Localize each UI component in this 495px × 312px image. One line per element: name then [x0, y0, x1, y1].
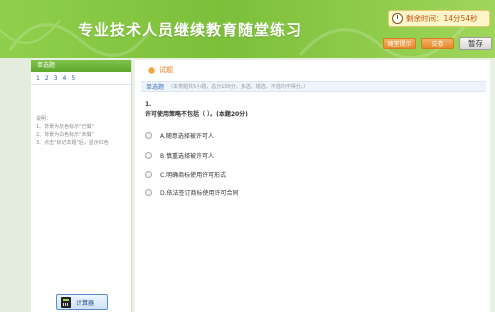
radio-button[interactable] — [145, 132, 152, 139]
pause-button[interactable]: 暂存 — [459, 37, 492, 50]
option-label: C.明确商标使用许可形式 — [160, 172, 227, 179]
question-number: 1. — [145, 101, 152, 108]
left-margin — [0, 58, 31, 312]
option-label: A.随意选择被许可人 — [160, 133, 214, 140]
option-label: D.依法签订商标使用许可合同 — [160, 190, 239, 197]
header-banner: 专业技术人员继续教育随堂练习 剩余时间：14分54秒 随堂提示 交卷 暂存 — [0, 0, 495, 58]
clock-icon — [392, 13, 403, 24]
instructions: 说明： 1、背景为灰色标示"已做" 2、背景为白色标示"未做" 3、点击"标记本… — [31, 115, 131, 147]
bullet-icon — [148, 66, 155, 74]
question-number-list: 1 2 3 4 5 — [31, 72, 131, 85]
option-b[interactable]: B.慎重选择被许可人 — [145, 151, 214, 160]
instructions-title: 说明： — [36, 116, 52, 122]
question-type-label: 单选题 — [146, 84, 165, 91]
timer-text: 剩余时间：14分54秒 — [406, 14, 478, 23]
sidebar-heading: 单选题 — [31, 60, 131, 72]
instruction-line: 3、点击"标记本题"后，显示红色 — [36, 140, 109, 146]
section-title: 试题 — [159, 66, 173, 74]
radio-button[interactable] — [145, 189, 152, 196]
question-type-strip: 单选题 （本类题共5小题，总分100分。多选、错选、不选均不得分。） — [141, 81, 486, 92]
radio-button[interactable] — [145, 171, 152, 178]
question-link-3[interactable]: 3 — [54, 75, 58, 82]
radio-button[interactable] — [145, 152, 152, 159]
section-header: 试题 — [148, 65, 173, 75]
question-link-2[interactable]: 2 — [45, 75, 49, 82]
calculator-button[interactable]: 计算器 — [56, 294, 108, 310]
option-c[interactable]: C.明确商标使用许可形式 — [145, 170, 226, 179]
lesson-hint-button[interactable]: 随堂提示 — [383, 38, 416, 49]
question-text: 许可使用策略不包括（ ）。(本题20分) — [145, 111, 248, 118]
question-panel: 试题 单选题 （本类题共5小题，总分100分。多选、错选、不选均不得分。） 1.… — [135, 60, 490, 312]
question-link-4[interactable]: 4 — [62, 75, 66, 82]
option-d[interactable]: D.依法签订商标使用许可合同 — [145, 188, 239, 197]
option-a[interactable]: A.随意选择被许可人 — [145, 131, 214, 140]
calculator-label: 计算器 — [76, 299, 95, 307]
instruction-line: 1、背景为灰色标示"已做" — [36, 124, 94, 130]
question-type-description: （本类题共5小题，总分100分。多选、错选、不选均不得分。） — [168, 84, 309, 90]
submit-button[interactable]: 交卷 — [421, 38, 454, 49]
countdown-timer: 剩余时间：14分54秒 — [388, 10, 490, 27]
option-label: B.慎重选择被许可人 — [160, 153, 215, 160]
page-title: 专业技术人员继续教育随堂练习 — [78, 21, 303, 39]
question-link-5[interactable]: 5 — [71, 75, 75, 82]
instruction-line: 2、背景为白色标示"未做" — [36, 132, 94, 138]
question-sidebar: 单选题 1 2 3 4 5 说明： 1、背景为灰色标示"已做" 2、背景为白色标… — [31, 60, 132, 312]
question-link-1[interactable]: 1 — [36, 75, 40, 82]
calculator-icon — [61, 296, 71, 308]
